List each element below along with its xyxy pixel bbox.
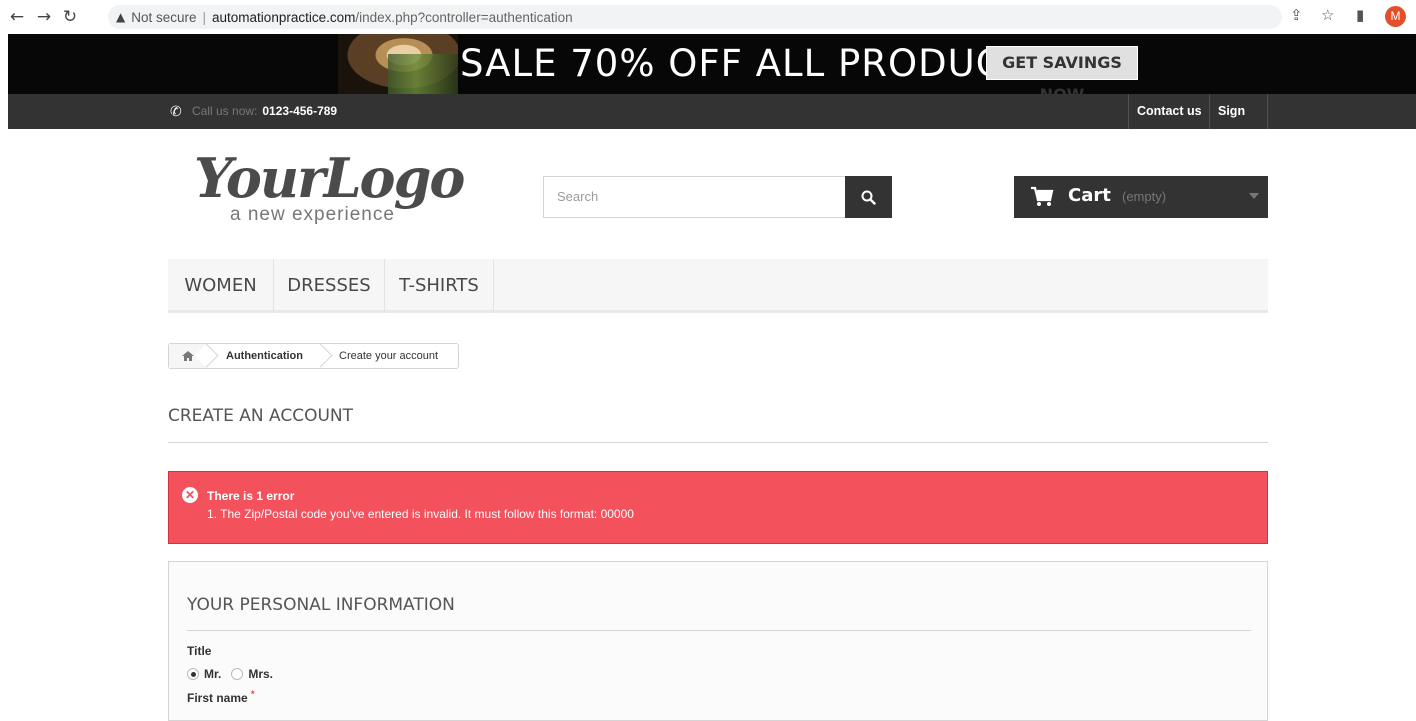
first-name-label: First name * xyxy=(187,689,255,705)
page-title: CREATE AN ACCOUNT xyxy=(168,406,354,426)
back-icon[interactable]: ← xyxy=(6,7,28,27)
security-label: Not secure xyxy=(131,9,197,25)
side-panel-icon[interactable]: ▮ xyxy=(1356,6,1364,24)
required-mark: * xyxy=(251,689,255,699)
site-logo[interactable]: YourLogo a new experience xyxy=(186,146,465,235)
promo-banner[interactable]: SALE 70% OFF ALL PRODUCTS GET SAVINGS NO… xyxy=(8,34,1416,94)
sign-in-link[interactable]: Sign in xyxy=(1209,94,1268,153)
menu-item-tshirts[interactable]: T-SHIRTS xyxy=(385,259,494,313)
title-radio-group: Mr. Mrs. xyxy=(187,667,273,681)
search-input[interactable]: Search xyxy=(543,176,845,218)
cart-label: Cart xyxy=(1068,185,1111,206)
top-nav-bar: ✆ Call us now: 0123-456-789 Contact us S… xyxy=(8,94,1416,153)
address-separator: | xyxy=(202,9,207,25)
warning-icon: ▲ xyxy=(116,10,126,24)
breadcrumb: Authentication Create your account xyxy=(168,343,459,369)
chevron-down-icon xyxy=(1249,193,1259,199)
section-divider xyxy=(187,630,1251,631)
breadcrumb-authentication[interactable]: Authentication xyxy=(226,350,303,362)
menu-item-women[interactable]: WOMEN xyxy=(168,259,274,313)
search-icon xyxy=(861,190,876,205)
logo-text: YourLogo xyxy=(194,146,465,210)
radio-mrs-label[interactable]: Mrs. xyxy=(248,667,273,681)
phone-icon: ✆ xyxy=(170,104,182,120)
phone-info: ✆ Call us now: 0123-456-789 xyxy=(170,104,338,120)
menu-item-dresses[interactable]: DRESSES xyxy=(274,259,385,313)
cart-button[interactable]: Cart (empty) xyxy=(1014,176,1268,218)
heading-divider xyxy=(168,442,1268,443)
phone-number: 0123-456-789 xyxy=(262,104,338,118)
banner-image-detail xyxy=(388,54,458,94)
share-icon[interactable]: ⇪ xyxy=(1290,6,1303,24)
call-label: Call us now: xyxy=(192,104,258,118)
url-path: /index.php?controller=authentication xyxy=(355,9,573,25)
address-bar[interactable]: ▲ Not secure | automationpractice.com /i… xyxy=(108,5,1282,29)
cart-status: (empty) xyxy=(1122,189,1167,204)
personal-info-form: YOUR PERSONAL INFORMATION Title Mr. Mrs.… xyxy=(168,561,1268,721)
error-title: There is 1 error xyxy=(207,489,295,503)
breadcrumb-separator xyxy=(308,343,333,368)
banner-headline: SALE 70% OFF ALL PRODUCTS xyxy=(460,42,1051,85)
title-label: Title xyxy=(187,644,212,658)
radio-mr-label[interactable]: Mr. xyxy=(204,667,221,681)
error-message: 1. The Zip/Postal code you've entered is… xyxy=(207,507,634,521)
cart-icon xyxy=(1031,186,1054,206)
search-button[interactable] xyxy=(845,176,892,218)
radio-mr[interactable] xyxy=(187,668,199,680)
section-title: YOUR PERSONAL INFORMATION xyxy=(187,595,455,615)
error-icon: ✕ xyxy=(182,487,198,503)
contact-us-link[interactable]: Contact us xyxy=(1128,94,1210,129)
bookmark-star-icon[interactable]: ☆ xyxy=(1321,6,1334,24)
profile-avatar[interactable]: M xyxy=(1385,6,1406,27)
forward-icon[interactable]: → xyxy=(33,7,55,27)
main-menu: WOMEN DRESSES T-SHIRTS xyxy=(168,259,1268,313)
browser-toolbar: ← → ↻ ▲ Not secure | automationpractice.… xyxy=(0,0,1416,34)
error-alert: ✕ There is 1 error 1. The Zip/Postal cod… xyxy=(168,471,1268,544)
get-savings-button[interactable]: GET SAVINGS NOW xyxy=(986,46,1138,94)
reload-icon[interactable]: ↻ xyxy=(59,7,81,27)
logo-tagline: a new experience xyxy=(230,204,395,225)
url-host: automationpractice.com xyxy=(212,9,356,25)
breadcrumb-current: Create your account xyxy=(339,350,439,362)
first-name-label-text: First name xyxy=(187,691,248,705)
radio-mrs[interactable] xyxy=(231,668,244,680)
